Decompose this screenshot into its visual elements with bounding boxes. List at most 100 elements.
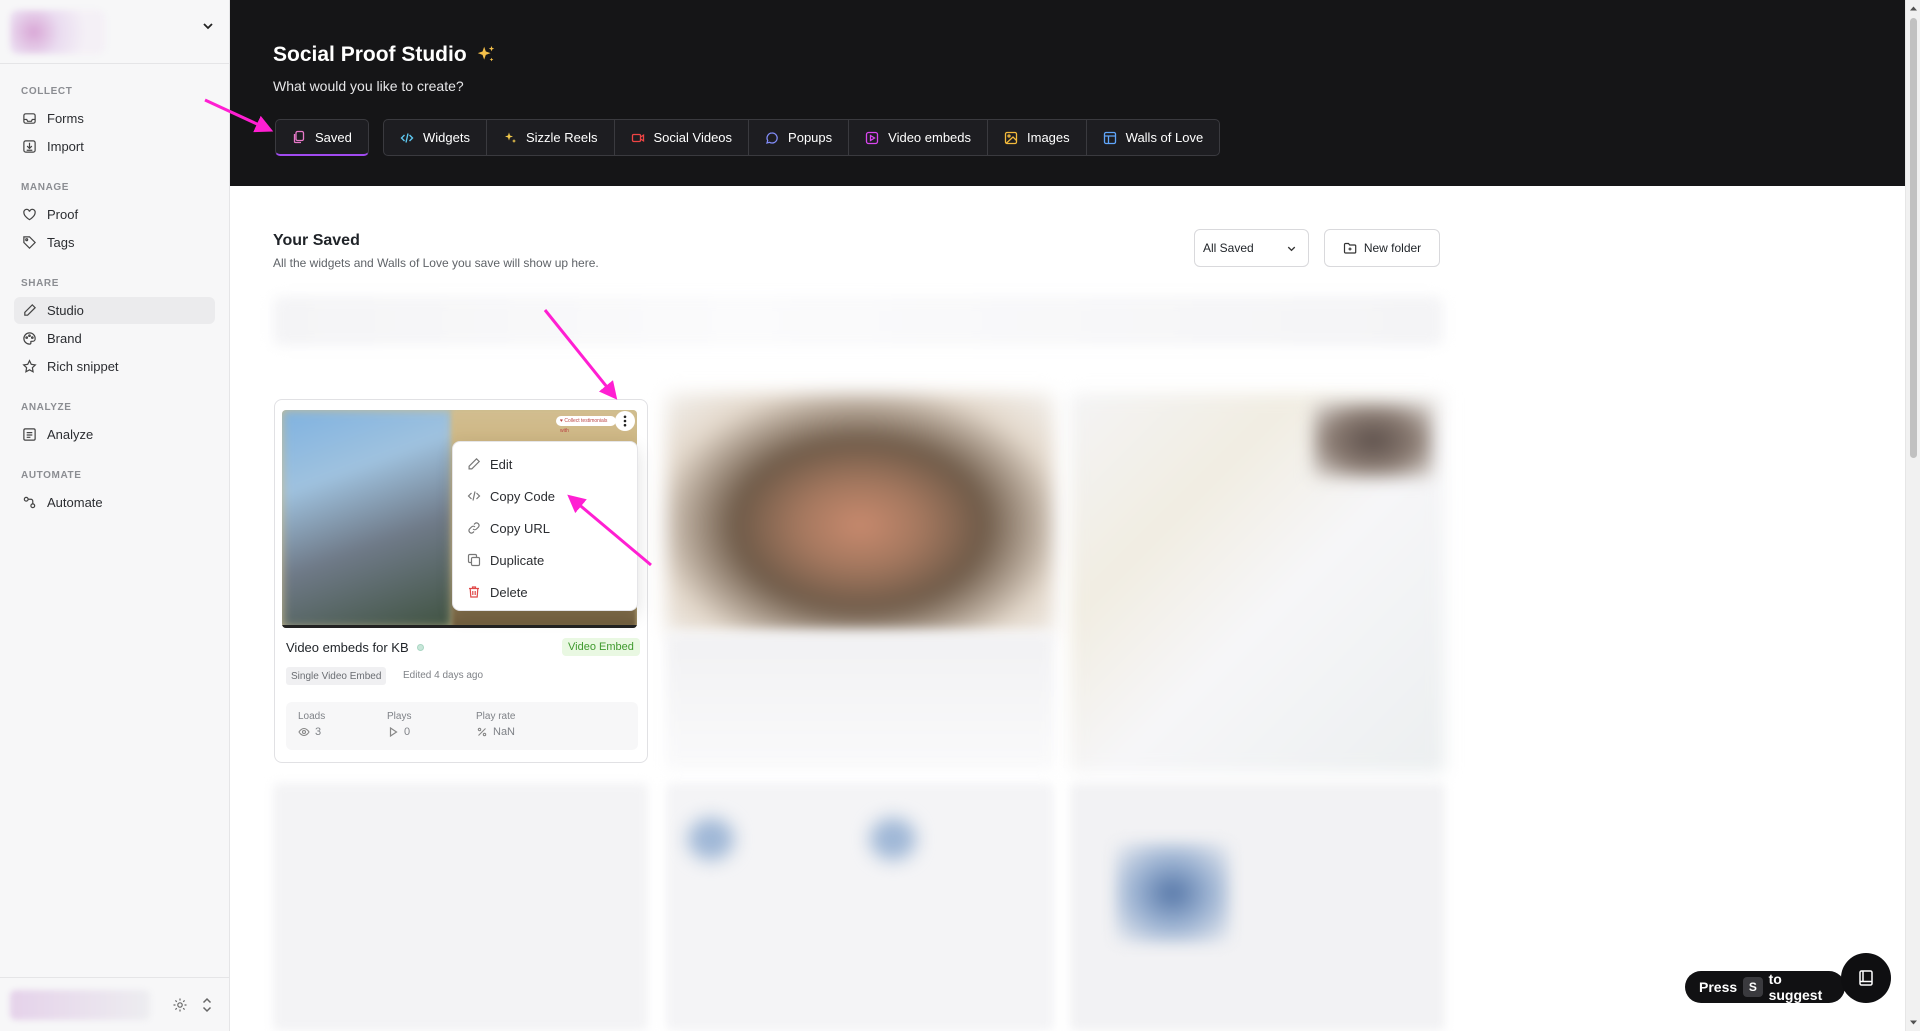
- blurred-card-image: [1313, 403, 1433, 478]
- subtype-chip: Single Video Embed: [286, 667, 387, 685]
- sparkles-icon: [477, 45, 494, 62]
- code-icon: [400, 132, 414, 143]
- saved-filter-select[interactable]: All Saved: [1194, 229, 1309, 267]
- tab-images[interactable]: Images: [988, 120, 1087, 155]
- stat-value: 3: [315, 726, 322, 738]
- tab-social-videos[interactable]: Social Videos: [615, 120, 750, 155]
- tab-sizzle-reels[interactable]: Sizzle Reels: [487, 120, 615, 155]
- pen-icon: [24, 304, 36, 316]
- menu-item-copy-url[interactable]: Copy URL: [459, 512, 631, 544]
- type-badge: Video Embed: [562, 638, 640, 656]
- nav-section-analyze: ANALYZE Analyze: [0, 402, 229, 448]
- sidebar-item-import[interactable]: Import: [14, 133, 215, 160]
- blurred-avatar: [688, 818, 734, 860]
- new-folder-button[interactable]: New folder: [1324, 229, 1440, 267]
- menu-item-label: Copy URL: [490, 520, 550, 536]
- scroll-up-arrow-icon[interactable]: [1909, 4, 1918, 13]
- sidebar-item-label: Proof: [47, 207, 79, 222]
- saved-copy-icon: [293, 130, 305, 144]
- tab-saved[interactable]: Saved: [275, 119, 369, 156]
- sidebar-item-forms[interactable]: Forms: [14, 105, 215, 132]
- sidebar-item-brand[interactable]: Brand: [14, 325, 215, 352]
- tab-label: Sizzle Reels: [525, 130, 598, 145]
- menu-item-label: Copy Code: [490, 488, 556, 504]
- play-icon: [389, 726, 398, 738]
- chevron-down-icon: [1287, 246, 1296, 252]
- chat-bubble-icon: [766, 131, 778, 144]
- section-title: Your Saved: [273, 232, 360, 249]
- suggest-shortcut-pill[interactable]: Press S to suggest: [1685, 971, 1845, 1003]
- gear-icon[interactable]: [172, 997, 188, 1013]
- sidebar-item-label: Tags: [47, 235, 75, 250]
- folder-plus-icon: [1343, 242, 1357, 254]
- nav-section-title: COLLECT: [21, 86, 73, 97]
- menu-item-label: Delete: [490, 584, 528, 600]
- nav-section-manage: MANAGE Proof Tags: [0, 182, 229, 256]
- sidebar-item-automate[interactable]: Automate: [14, 489, 215, 516]
- stat-loads: Loads 3: [298, 711, 325, 738]
- dots-vertical-icon: [623, 415, 627, 427]
- nav-section-title: SHARE: [21, 278, 60, 289]
- tab-popups[interactable]: Popups: [749, 120, 850, 155]
- menu-item-duplicate[interactable]: Duplicate: [459, 544, 631, 576]
- blurred-card: [666, 783, 1054, 1031]
- thumbnail-badge: ♥ Collect testimonials with: [556, 416, 616, 434]
- stat-label: Plays: [387, 711, 412, 722]
- feedback-fab[interactable]: [1841, 953, 1891, 1003]
- tab-label: Saved: [315, 129, 352, 145]
- tab-label: Widgets: [423, 130, 470, 145]
- menu-item-copy-code[interactable]: Copy Code: [459, 480, 631, 512]
- stat-label: Play rate: [476, 711, 516, 722]
- trash-icon: [469, 586, 479, 598]
- scroll-down-arrow-icon[interactable]: [1909, 1018, 1918, 1027]
- heart-icon: [23, 208, 36, 221]
- sidebar-item-rich-snippet[interactable]: Rich snippet: [14, 353, 215, 380]
- saved-filter-value: All Saved: [1203, 241, 1254, 255]
- sidebar-item-tags[interactable]: Tags: [14, 229, 215, 256]
- menu-item-delete[interactable]: Delete: [459, 576, 631, 608]
- tab-widgets[interactable]: Widgets: [384, 120, 487, 155]
- tab-video-embeds[interactable]: Video embeds: [849, 120, 989, 155]
- sidebar-item-analyze[interactable]: Analyze: [14, 421, 215, 448]
- tag-icon: [23, 236, 36, 249]
- import-icon: [23, 140, 36, 153]
- thumbnail-video-blur: [282, 410, 452, 628]
- sidebar-item-studio[interactable]: Studio: [14, 297, 215, 324]
- stat-label: Loads: [298, 711, 326, 722]
- duplicate-icon: [467, 553, 481, 567]
- workspace-switcher[interactable]: [0, 0, 229, 64]
- scrollbar-thumb[interactable]: [1910, 18, 1917, 458]
- page-scrollbar[interactable]: [1905, 0, 1920, 1031]
- stat-play-rate: Play rate NaN: [476, 711, 515, 738]
- page-title: Social Proof Studio: [273, 43, 497, 67]
- card-title-text: Video embeds for KB: [286, 640, 409, 655]
- card-title[interactable]: Video embeds for KB: [286, 640, 424, 655]
- user-menu[interactable]: [0, 977, 230, 1031]
- sidebar-item-proof[interactable]: Proof: [14, 201, 215, 228]
- percent-icon: [477, 727, 487, 737]
- sidebar-item-label: Automate: [47, 495, 103, 510]
- video-progress-bar: [282, 625, 637, 628]
- stat-value: NaN: [493, 726, 516, 738]
- image-icon: [1004, 131, 1018, 144]
- sparkles-icon: [504, 132, 516, 143]
- sidebar-item-label: Import: [47, 139, 84, 154]
- menu-item-edit[interactable]: Edit: [459, 448, 631, 480]
- code-icon: [467, 491, 481, 501]
- analyze-icon: [23, 428, 36, 441]
- star-icon: [22, 359, 37, 373]
- tab-label: Popups: [788, 130, 833, 145]
- link-icon: [468, 522, 480, 534]
- section-subtitle: All the widgets and Walls of Love you sa…: [273, 256, 599, 270]
- chevron-up-down-icon[interactable]: [200, 996, 214, 1014]
- blurred-card: [273, 783, 648, 1031]
- chevron-down-icon[interactable]: [200, 18, 216, 34]
- tab-walls-of-love[interactable]: Walls of Love: [1087, 120, 1220, 155]
- blurred-folder-row: [273, 296, 1443, 346]
- suggest-suffix: to suggest: [1768, 971, 1823, 1003]
- card-more-button[interactable]: [615, 411, 635, 431]
- blurred-avatar: [870, 818, 916, 860]
- studio-tabs: Widgets Sizzle Reels Social Videos Popup…: [383, 119, 1221, 156]
- stat-value-row: NaN: [476, 726, 515, 738]
- automate-icon: [23, 496, 36, 509]
